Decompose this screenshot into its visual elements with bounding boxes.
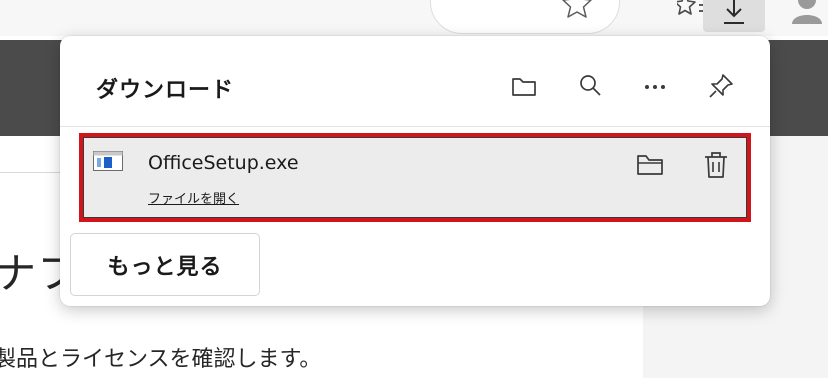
- pin-icon: [709, 74, 733, 98]
- browser-toolbar: [0, 0, 828, 36]
- download-icon: [724, 0, 744, 24]
- download-item-focus-ring: OfficeSetup.exe ファイルを開く: [83, 137, 747, 218]
- see-more-button[interactable]: もっと見る: [70, 233, 260, 296]
- more-options-icon: [645, 85, 665, 89]
- open-downloads-folder-button[interactable]: [502, 64, 546, 108]
- browser-window: ナフ 製品とライセンスを確認します。 ダウンロード OfficeSetup.ex…: [0, 0, 828, 378]
- search-icon: [580, 75, 601, 96]
- downloads-flyout: ダウンロード OfficeSetup.exe ファイルを開く もっと見る: [60, 36, 770, 306]
- open-downloads-folder-icon: [512, 78, 536, 96]
- delete-download-button[interactable]: [698, 147, 734, 183]
- more-options-button[interactable]: [633, 64, 677, 108]
- show-in-folder-button[interactable]: [632, 147, 668, 183]
- page-divider: [0, 172, 60, 173]
- show-in-folder-icon: [637, 155, 663, 175]
- download-item[interactable]: OfficeSetup.exe ファイルを開く: [79, 133, 751, 222]
- search-downloads-button[interactable]: [568, 64, 612, 108]
- profile-avatar-icon[interactable]: [786, 0, 828, 24]
- open-file-link[interactable]: ファイルを開く: [148, 188, 239, 207]
- download-file-name: OfficeSetup.exe: [148, 152, 299, 174]
- page-description: 製品とライセンスを確認します。: [0, 347, 322, 372]
- pin-flyout-button[interactable]: [699, 64, 743, 108]
- downloads-button[interactable]: [703, 0, 765, 32]
- flyout-header-divider: [60, 126, 770, 127]
- flyout-title: ダウンロード: [96, 78, 235, 103]
- delete-trash-icon: [705, 152, 727, 178]
- star-outline-icon[interactable]: [561, 0, 593, 22]
- file-exe-icon: [93, 151, 123, 171]
